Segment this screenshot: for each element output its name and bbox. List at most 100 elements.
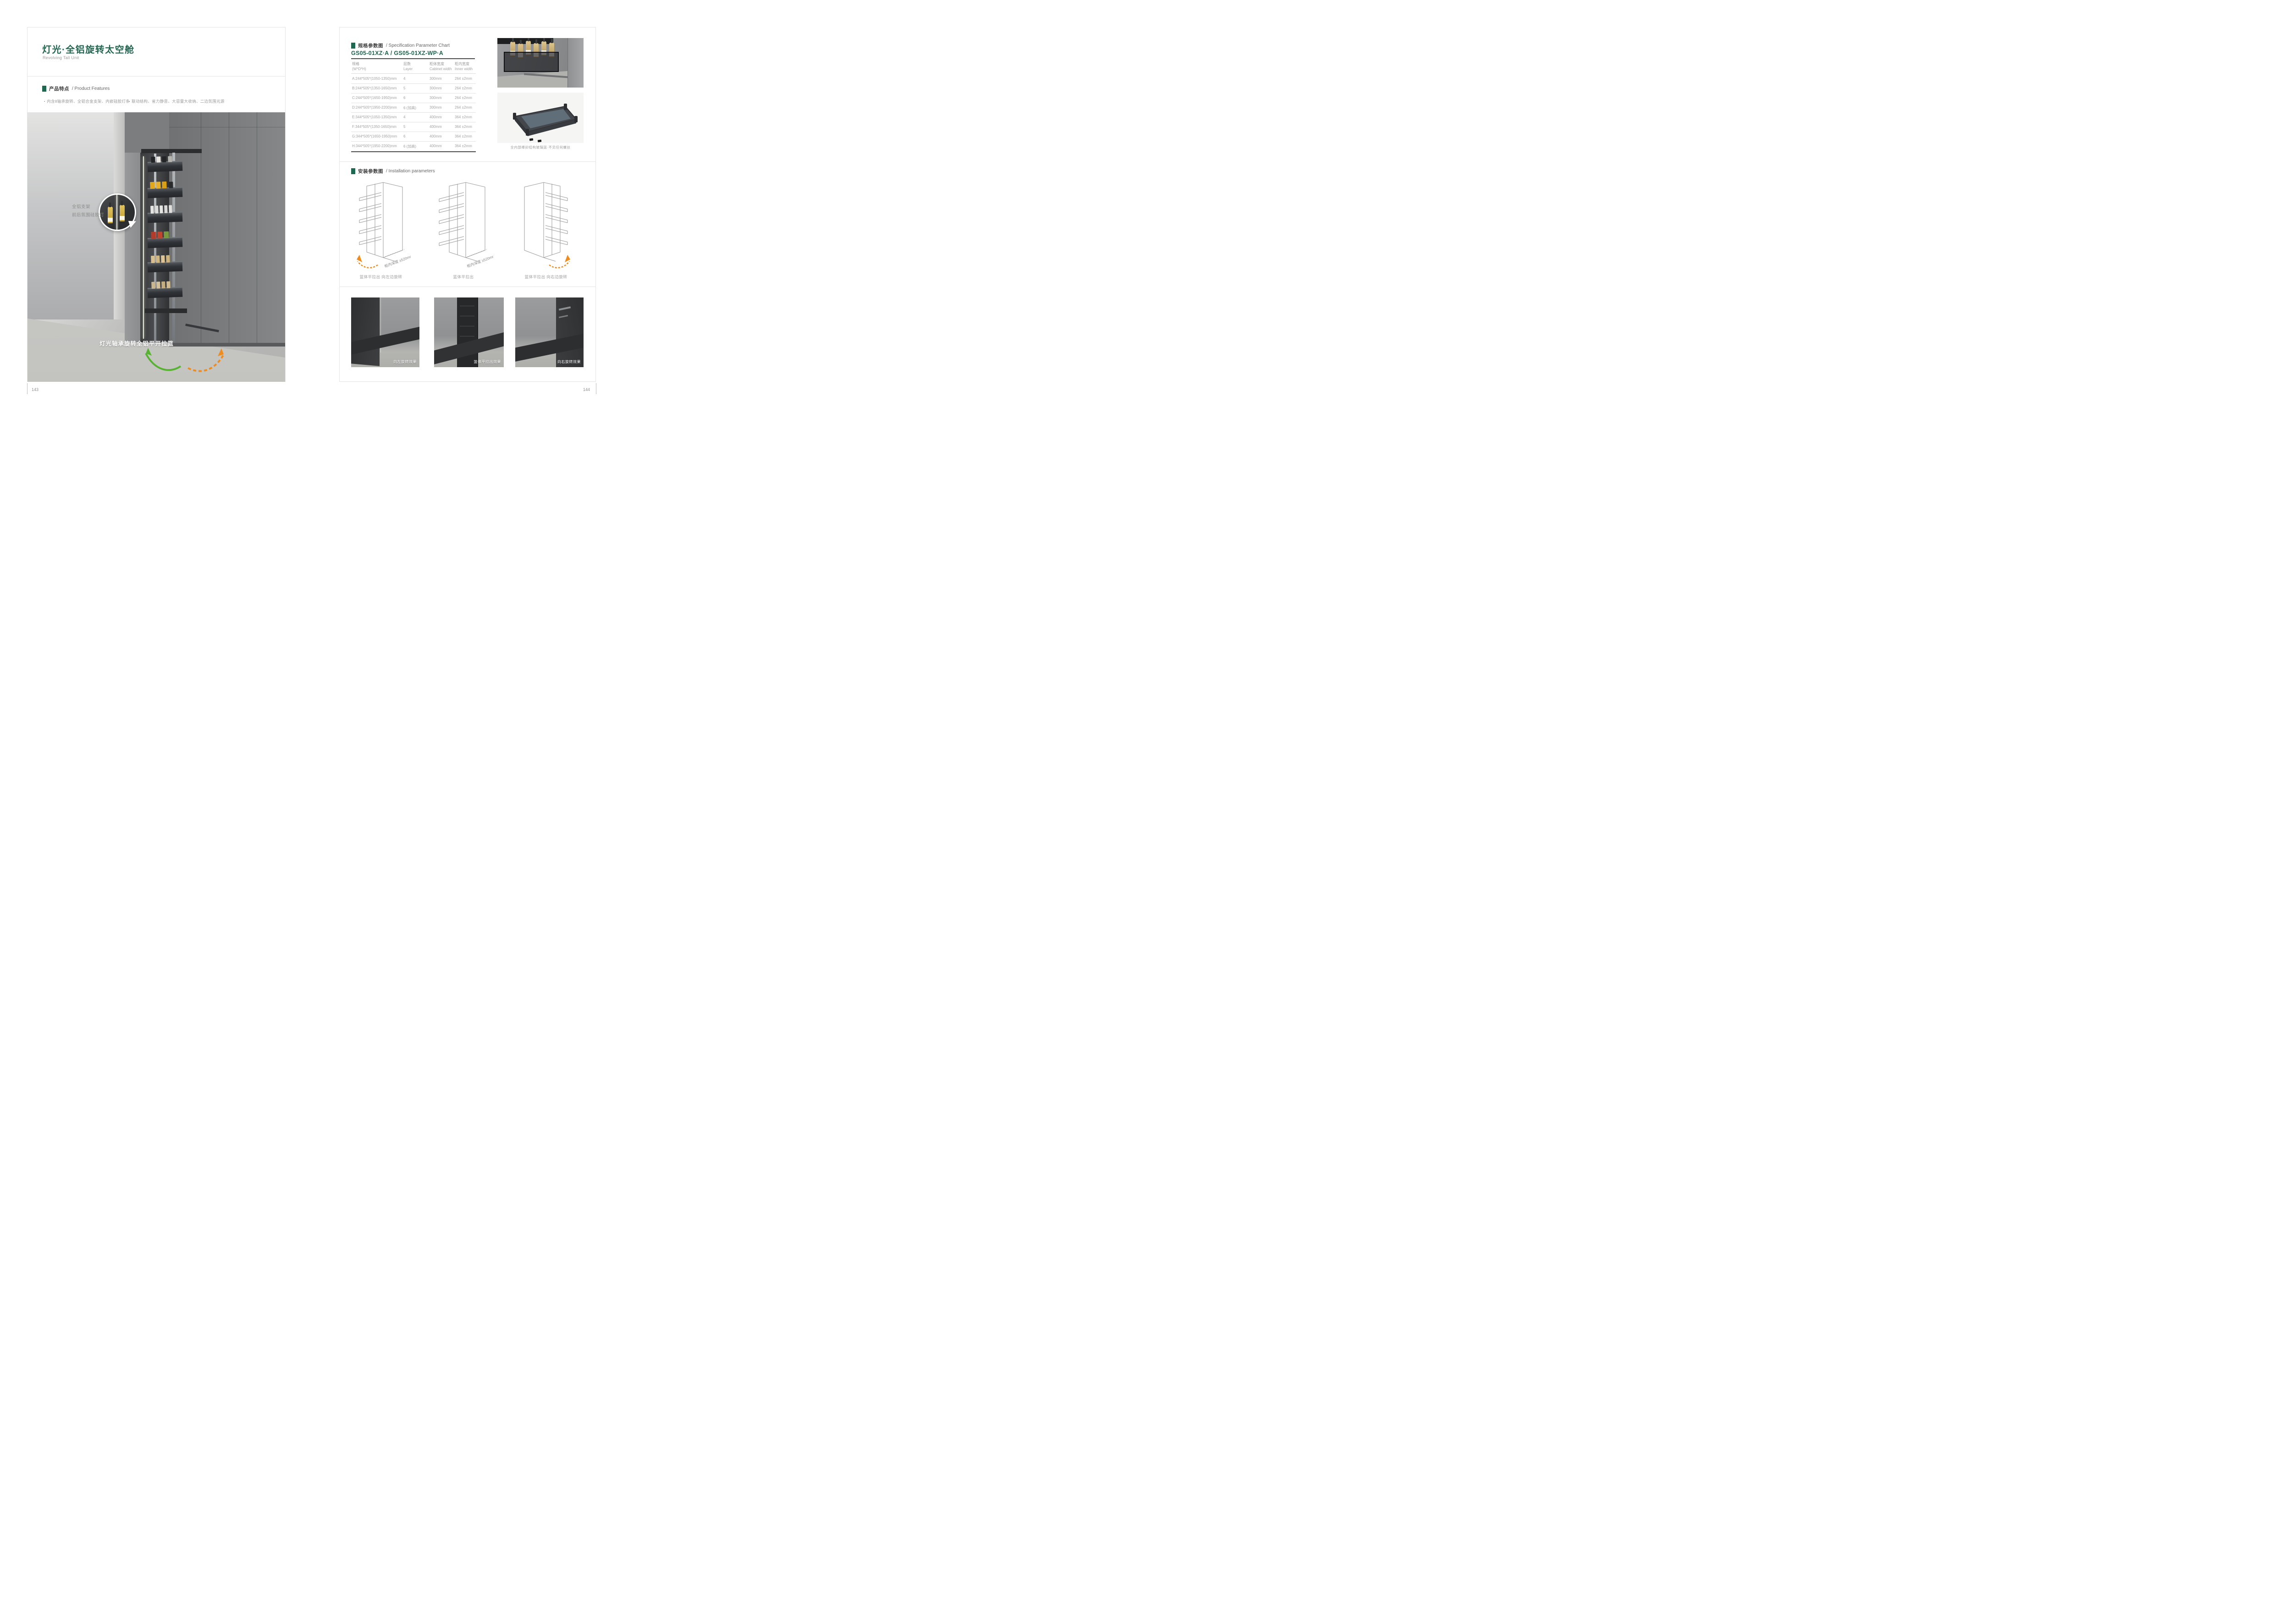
- result-photo: 向左旋转效果: [351, 297, 419, 367]
- photo-panel-above-opening: [125, 112, 169, 153]
- cell-layer: 6 (加高): [403, 105, 416, 110]
- photo-top-track: [141, 149, 202, 153]
- cell-inner-width: 264 ±2mm: [455, 105, 472, 110]
- led-light-strip: [143, 156, 144, 339]
- section-divider: [340, 161, 595, 162]
- led-light-strip: [116, 195, 117, 230]
- photo-wall: [567, 38, 584, 88]
- unit-base-platform: [145, 308, 187, 313]
- page-number-left: 143: [32, 387, 39, 392]
- cell-cabinet-width: 300mm: [430, 86, 442, 90]
- result-photo: 篮体平拉出效果: [434, 297, 504, 367]
- tray-graphic: [497, 93, 584, 143]
- cell-cabinet-width: 300mm: [430, 77, 442, 81]
- install-heading-en: / Installation parameters: [386, 169, 435, 174]
- photo-open-door: [125, 153, 141, 342]
- col-header-cabinet-width: 柜体宽度 Cabinet width: [430, 61, 452, 72]
- result-caption: 向左旋转效果: [393, 359, 417, 364]
- table-row: B:244*505*(1350-1650)mm 5 300mm 264 ±2mm: [351, 84, 476, 94]
- spec-heading-en: / Specification Parameter Chart: [386, 43, 450, 48]
- cell-cabinet-width: 300mm: [430, 96, 442, 100]
- cell-cabinet-width: 400mm: [430, 125, 442, 129]
- cell-inner-width: 364 ±2mm: [455, 115, 472, 119]
- table-row: E:344*505*(1050-1350)mm 4 400mm 364 ±2mm: [351, 113, 476, 122]
- diagram-label: 篮体平拉出 向左边旋转: [344, 274, 418, 280]
- cell-inner-width: 364 ±2mm: [455, 125, 472, 129]
- cell-layer: 4: [403, 77, 405, 81]
- table-row: D:244*505*(1950-2200)mm 6 (加高) 300mm 264…: [351, 103, 476, 113]
- section-marker-icon: [42, 86, 46, 92]
- feature-bullet-text: 内含8轴承旋转、全铝合金支架、内嵌硅胶灯条: [47, 99, 130, 104]
- cell-spec: E:344*505*(1050-1350)mm: [352, 115, 397, 119]
- basket-tray: [148, 261, 183, 273]
- table-header-rule: [351, 73, 476, 74]
- photo-caption: 全内部棒卯结构玻璃篮·不见任何螺丝: [497, 145, 584, 150]
- result-caption: 篮体平拉出效果: [474, 359, 501, 364]
- cell-spec: D:244*505*(1950-2200)mm: [352, 105, 397, 110]
- page-number-right: 144: [583, 387, 590, 392]
- table-top-rule: [351, 58, 475, 59]
- product-photo-basket: [497, 38, 584, 88]
- cell-inner-width: 264 ±2mm: [455, 77, 472, 81]
- cell-cabinet-width: 400mm: [430, 144, 442, 148]
- catalog-spread: 灯光·全铝旋转太空舱 Revolving Tall Unit 产品特点 / Pr…: [0, 0, 623, 406]
- install-diagram-right: [516, 180, 576, 274]
- cell-spec: A:244*505*(1050-1350)mm: [352, 77, 397, 81]
- result-photo: 向右旋转效果: [515, 297, 584, 367]
- cell-inner-width: 264 ±2mm: [455, 86, 472, 90]
- callout-text: 全铝支架 前后氛围硅胶灯: [72, 203, 104, 220]
- features-heading-en: / Product Features: [72, 86, 110, 91]
- table-row: C:244*505*(1650-1950)mm 6 300mm 264 ±2mm: [351, 94, 476, 103]
- cell-spec: B:244*505*(1350-1650)mm: [352, 86, 397, 90]
- basket-tray: [148, 212, 183, 223]
- cell-spec: C:244*505*(1650-1950)mm: [352, 96, 397, 100]
- cell-layer: 4: [403, 115, 405, 119]
- table-row: G:344*505*(1650-1950)mm 6 400mm 364 ±2mm: [351, 132, 476, 142]
- table-row: F:344*505*(1350-1650)mm 5 400mm 364 ±2mm: [351, 122, 476, 132]
- bottle-graphic: [120, 205, 125, 221]
- right-page: 规格参数图 / Specification Parameter Chart GS…: [339, 27, 596, 382]
- unit-rail: [172, 153, 175, 342]
- features-heading: 产品特点 / Product Features: [42, 85, 110, 92]
- basket-tray: [148, 187, 183, 198]
- section-divider: [340, 286, 595, 287]
- diagram-label: 篮体平拉出 向右边旋转: [509, 274, 583, 280]
- diagram-label: 篮体平拉出: [427, 274, 500, 280]
- bullet-dot: ·: [44, 99, 45, 104]
- cell-cabinet-width: 400mm: [430, 115, 442, 119]
- col-header-layer: 层数 Layer: [403, 61, 413, 72]
- basket-tray: [148, 237, 183, 248]
- install-diagram-left: 柜内深度 ≥520mm: [351, 180, 411, 274]
- result-caption: 向右旋转效果: [557, 359, 581, 364]
- feature-bullet-text: 联动结构、省力静音、大容量大收纳、二边氛围光源: [132, 99, 224, 104]
- cell-cabinet-width: 300mm: [430, 105, 442, 110]
- cell-spec: H:344*505*(1950-2200)mm: [352, 144, 397, 148]
- cell-cabinet-width: 400mm: [430, 134, 442, 138]
- section-marker-icon: [351, 168, 355, 174]
- feature-bullet: ·联动结构、省力静音、大容量大收纳、二边氛围光源: [129, 99, 225, 104]
- table-row: H:344*505*(1950-2200)mm 6 (加高) 400mm 364…: [351, 142, 476, 151]
- table-row: A:244*505*(1050-1350)mm 4 300mm 264 ±2mm: [351, 74, 476, 84]
- glass-basket-graphic: [504, 52, 559, 72]
- table-bottom-rule: [351, 151, 476, 152]
- callout-line2: 前后氛围硅胶灯: [72, 211, 104, 220]
- page-title: 灯光·全铝旋转太空舱: [42, 42, 135, 55]
- feature-bullet: ·内含8轴承旋转、全铝合金支架、内嵌硅胶灯条: [44, 99, 130, 104]
- install-heading-cn: 安装参数图: [358, 168, 383, 175]
- model-number: GS05-01XZ·A / GS05-01XZ-WP·A: [351, 50, 443, 56]
- basket-tray: [148, 161, 183, 172]
- cell-layer: 6: [403, 96, 405, 100]
- basket-tray: [148, 287, 183, 298]
- cell-inner-width: 364 ±2mm: [455, 134, 472, 138]
- section-marker-icon: [351, 43, 355, 49]
- left-page: 灯光·全铝旋转太空舱 Revolving Tall Unit 产品特点 / Pr…: [27, 27, 286, 382]
- product-photo: 全铝支架 前后氛围硅胶灯 灯光轴承旋转全铝平开拉篮: [28, 112, 285, 382]
- spec-section-heading: 规格参数图 / Specification Parameter Chart: [351, 42, 450, 49]
- col-header-spec: 规格 (W*D*H): [352, 61, 366, 72]
- bottle-graphic: [108, 207, 113, 223]
- callout-line1: 全铝支架: [72, 203, 104, 211]
- title-divider: [28, 76, 285, 77]
- rotation-arrows-icon: [137, 344, 233, 379]
- folio-rule-left: [27, 383, 28, 394]
- spec-heading-cn: 规格参数图: [358, 42, 383, 49]
